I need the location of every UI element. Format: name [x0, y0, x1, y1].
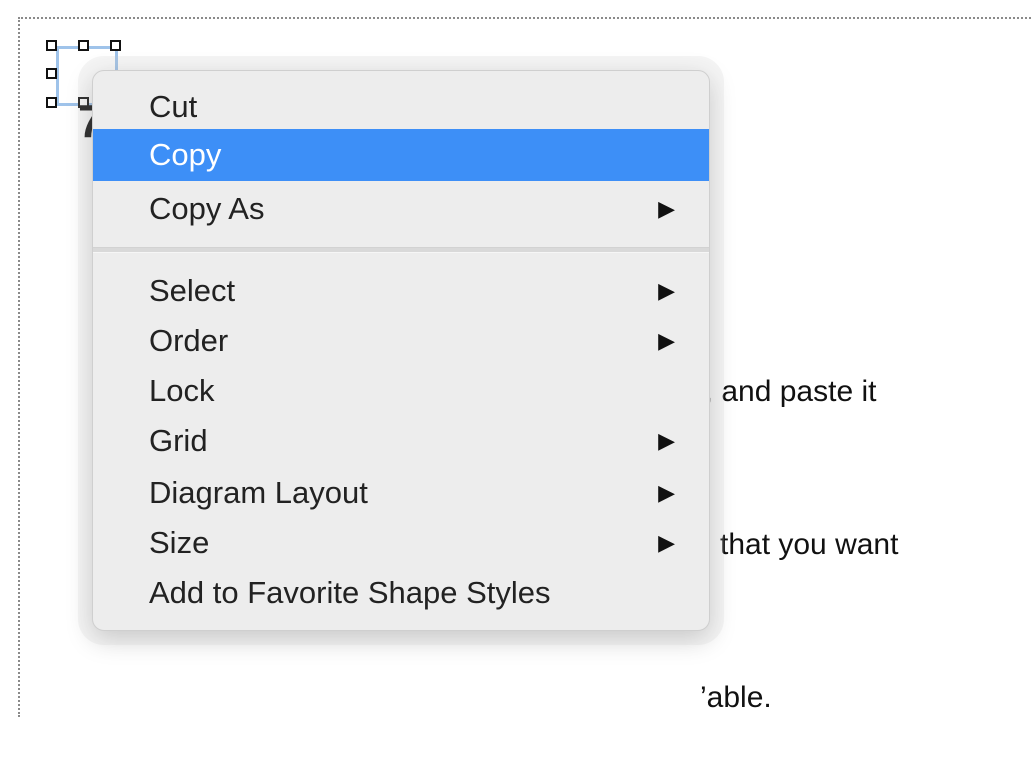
submenu-arrow-icon: ▶ [658, 428, 675, 453]
menu-item-size[interactable]: Size ▶ [93, 517, 709, 569]
menu-item-label: Diagram Layout [149, 475, 368, 510]
resize-handle-middle-left[interactable] [46, 68, 57, 79]
menu-item-diagram-layout[interactable]: Diagram Layout ▶ [93, 467, 709, 519]
menu-item-select[interactable]: Select ▶ [93, 265, 709, 317]
resize-handle-top-left[interactable] [46, 40, 57, 51]
resize-handle-bottom-left[interactable] [46, 97, 57, 108]
menu-item-label: Select [149, 273, 236, 308]
submenu-arrow-icon: ▶ [658, 328, 675, 353]
resize-handle-top-right[interactable] [110, 40, 121, 51]
submenu-arrow-icon: ▶ [658, 196, 675, 221]
submenu-arrow-icon: ▶ [658, 530, 675, 555]
menu-item-label: Cut [149, 89, 198, 124]
menu-separator [93, 247, 709, 253]
submenu-arrow-icon: ▶ [658, 278, 675, 303]
menu-item-lock[interactable]: Lock [93, 365, 709, 417]
context-menu: Cut Copy Copy As ▶ Select ▶ Order ▶ Lock… [92, 70, 710, 631]
submenu-arrow-icon: ▶ [658, 480, 675, 505]
menu-item-order[interactable]: Order ▶ [93, 315, 709, 367]
menu-item-label: Grid [149, 423, 208, 458]
menu-item-cut[interactable]: Cut [93, 81, 709, 133]
menu-item-label: Add to Favorite Shape Styles [149, 575, 551, 610]
menu-item-label: Order [149, 323, 229, 358]
menu-item-copy-as[interactable]: Copy As ▶ [93, 183, 709, 235]
canvas-text-line: ’able. [700, 681, 772, 714]
menu-item-label: Copy As [149, 191, 265, 226]
menu-item-label: Copy [149, 137, 222, 172]
menu-item-label: Size [149, 525, 210, 560]
menu-item-label: Lock [149, 373, 215, 408]
resize-handle-top-center[interactable] [78, 40, 89, 51]
menu-item-grid[interactable]: Grid ▶ [93, 415, 709, 467]
menu-item-copy[interactable]: Copy [93, 129, 709, 181]
menu-item-add-to-favorite-shape-styles[interactable]: Add to Favorite Shape Styles [93, 567, 709, 619]
